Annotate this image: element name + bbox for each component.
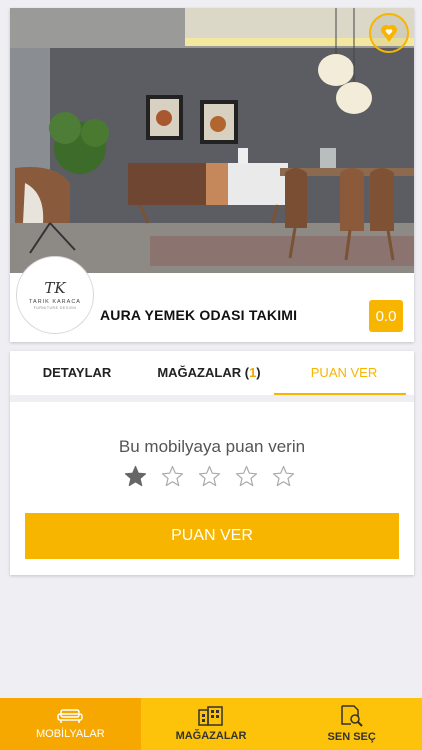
tab-suffix: ) [256,365,261,380]
divider [10,395,414,402]
star-empty-icon[interactable] [161,465,184,488]
sofa-icon [57,709,84,723]
star-empty-icon[interactable] [198,465,221,488]
detail-card: DETAYLAR MAĞAZALAR (1) PUAN VER Bu mobil… [10,351,414,575]
brand-logo: TK TARIK KARACA FURNITURE DESIGN [16,256,94,334]
nav-sen-sec[interactable]: SEN SEÇ [281,698,422,750]
tab-puan-ver[interactable]: PUAN VER [274,351,414,395]
nav-label: MOBİLYALAR [36,728,105,740]
tab-label: PUAN VER [310,365,378,380]
search-document-icon [340,705,363,727]
nav-label: MAĞAZALAR [175,730,247,742]
star-empty-icon[interactable] [272,465,295,488]
rate-prompt: Bu mobilyaya puan verin [118,437,306,456]
star-rating [124,465,295,488]
rating-badge: 0.0 [369,300,403,332]
brand-name: TARIK KARACA [29,298,81,305]
bottom-nav: MOBİLYALAR MAĞAZALAR SEN SEÇ [0,698,422,750]
brand-sub: FURNITURE DESIGN [33,305,77,310]
product-image[interactable] [10,8,414,273]
tab-bar: DETAYLAR MAĞAZALAR (1) PUAN VER [10,351,414,395]
tab-detaylar[interactable]: DETAYLAR [10,351,144,395]
tab-label: MAĞAZALAR ( [157,365,250,380]
brand-mark: TK [44,278,66,297]
star-empty-icon[interactable] [235,465,258,488]
heart-location-icon [381,25,397,42]
submit-rating-button[interactable]: PUAN VER [25,513,399,559]
star-filled-icon[interactable] [124,465,147,488]
tab-label: DETAYLAR [42,365,112,380]
nav-magazalar[interactable]: MAĞAZALAR [141,698,282,750]
product-title: AURA YEMEK ODASI TAKIMI [100,307,298,323]
tab-magazalar[interactable]: MAĞAZALAR (1) [144,351,274,395]
nav-label: SEN SEÇ [327,731,376,743]
product-card: TK TARIK KARACA FURNITURE DESIGN AURA YE… [10,8,414,342]
nav-mobilyalar[interactable]: MOBİLYALAR [0,698,141,750]
building-icon [198,706,223,726]
favorite-button[interactable] [369,13,409,53]
